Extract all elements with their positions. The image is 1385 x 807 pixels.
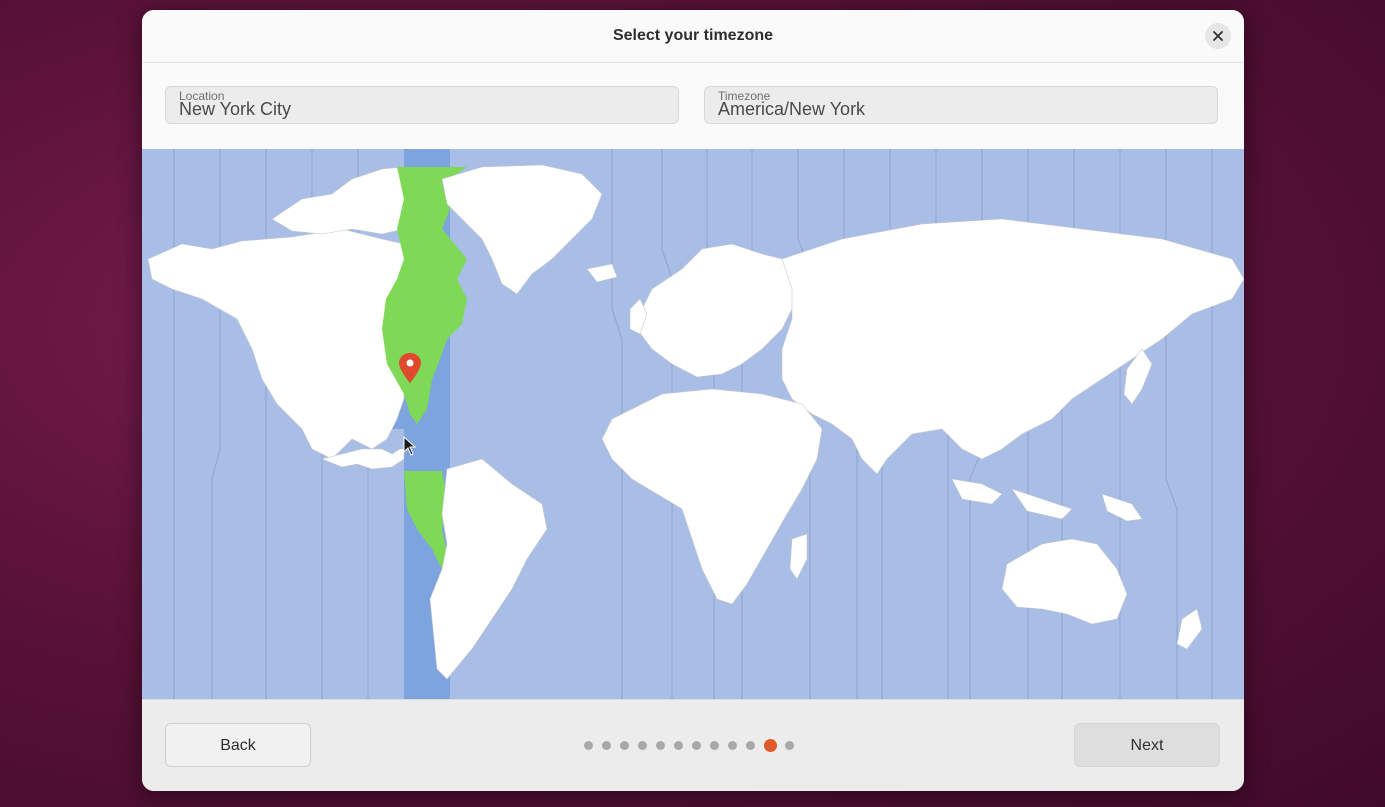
world-map [142, 149, 1244, 699]
timezone-field[interactable]: Timezone [704, 86, 1218, 124]
next-button[interactable]: Next [1074, 723, 1220, 767]
title-bar: Select your timezone [142, 10, 1244, 63]
timezone-input[interactable] [718, 99, 1198, 120]
dialog-title: Select your timezone [612, 27, 774, 44]
step-dot [710, 740, 719, 750]
back-button[interactable]: Back [165, 723, 311, 767]
close-button[interactable] [1205, 23, 1231, 49]
timezone-dialog: Select your timezone Location Timezone [142, 10, 1244, 791]
step-dot [728, 740, 737, 750]
step-dot [584, 740, 593, 750]
step-dot [692, 740, 701, 750]
step-dot [656, 740, 665, 750]
step-dot [602, 740, 611, 750]
footer-bar: Back Next [142, 699, 1244, 791]
step-dot-current [764, 738, 777, 752]
step-dot [638, 740, 647, 750]
timezone-fields: Location Timezone [142, 63, 1244, 149]
step-dot [785, 740, 794, 750]
step-dot [674, 740, 683, 750]
close-icon [1213, 31, 1223, 41]
timezone-map[interactable] [142, 149, 1244, 699]
location-input[interactable] [179, 99, 659, 120]
step-dot [746, 740, 755, 750]
location-field[interactable]: Location [165, 86, 679, 124]
step-progress-dots [584, 738, 803, 752]
step-dot [620, 740, 629, 750]
